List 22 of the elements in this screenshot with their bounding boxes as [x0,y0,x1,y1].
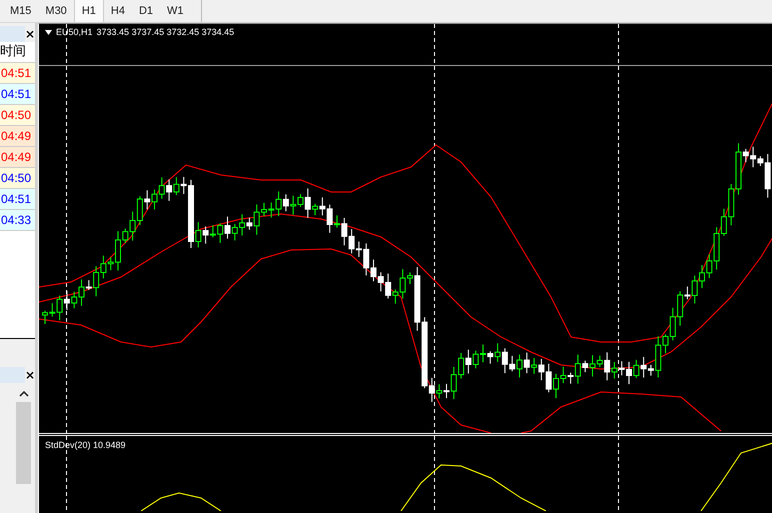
timeframe-button[interactable]: H4 [104,0,132,22]
time-text: 04:51 [0,192,32,206]
time-text: 04:50 [0,108,32,122]
scroll-up-icon[interactable] [18,391,28,397]
time-text: 04:49 [0,129,32,143]
time-text: 04:50 [0,171,32,185]
time-text: 04:51 [0,87,32,101]
price-values: 3733.45 3737.45 3732.45 3734.45 [96,27,234,37]
dropdown-triangle-icon[interactable] [45,30,52,34]
time-text: 04:51 [0,66,32,80]
scrollbar-thumb[interactable] [16,402,31,484]
timeframe-button[interactable]: M15 [3,0,38,22]
column-header[interactable]: 时间 [0,42,35,63]
timeframe-button[interactable]: M30 [38,0,74,22]
indicator-label: StdDev(20) 10.9489 [45,440,126,450]
timeframe-button[interactable]: D1 [132,0,160,22]
symbol-label: EU50,H1 [56,27,93,37]
timeframe-button[interactable]: H1 [74,0,104,22]
time-text: 04:33 [0,213,32,227]
timeframe-button[interactable]: W1 [160,0,190,22]
time-text: 04:49 [0,150,32,164]
panel-header [0,26,25,42]
